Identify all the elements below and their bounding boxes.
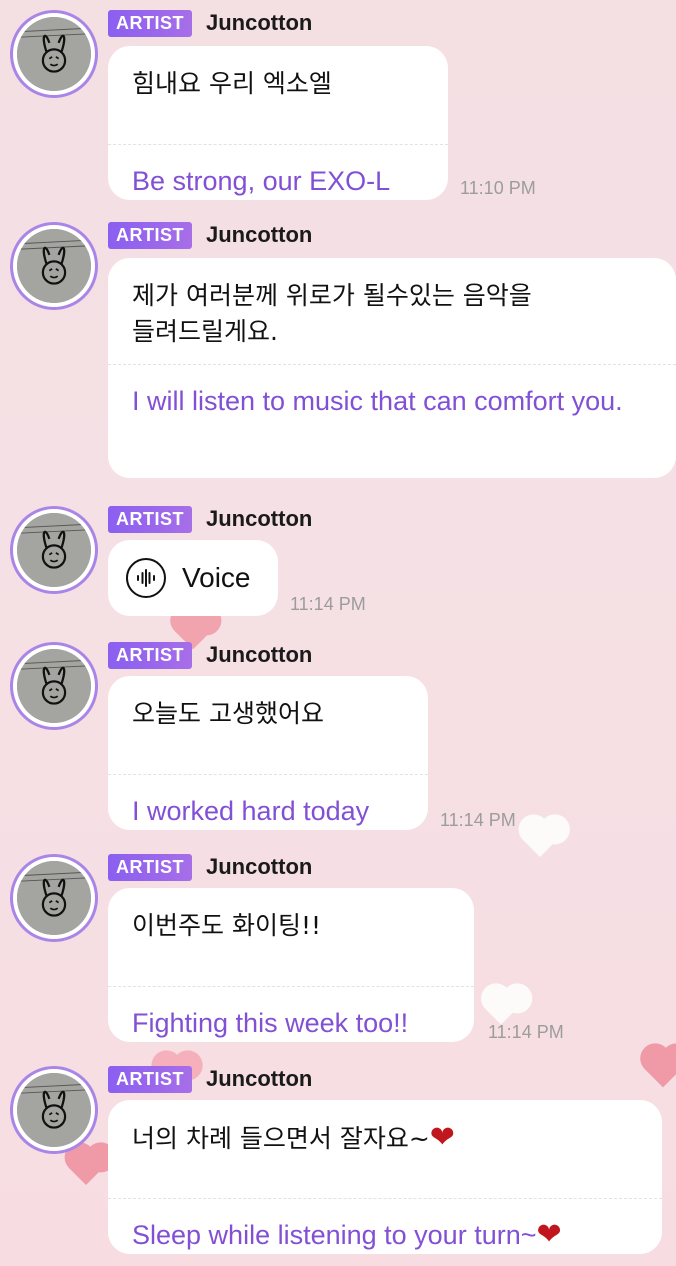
artist-badge: ARTIST — [108, 9, 192, 37]
artist-badge: ARTIST — [108, 505, 192, 533]
artist-badge: ARTIST — [108, 641, 192, 669]
translation-text: Be strong, our EXO-L — [132, 166, 391, 196]
avatar[interactable] — [10, 222, 98, 310]
korean-text: 이번주도 화이팅!! — [132, 911, 321, 940]
message-bubble[interactable]: 너의 차례 들으면서 잘자요~❤ Sleep while listening t… — [108, 1100, 662, 1254]
message-bubble[interactable]: 제가 여러분께 위로가 될수있는 음악을 들려드릴게요. I will list… — [108, 258, 676, 478]
background-heart-icon — [523, 823, 557, 857]
sender-name: Juncotton — [206, 506, 313, 531]
background-heart-icon — [69, 1151, 103, 1185]
sender-name: Juncotton — [206, 854, 313, 879]
bunny-avatar-icon — [17, 229, 91, 303]
timestamp: 11:14 PM — [440, 810, 516, 830]
background-heart-icon — [644, 1050, 676, 1088]
avatar[interactable] — [10, 506, 98, 594]
timestamp: 11:10 PM — [460, 178, 536, 198]
translation-text: Fighting this week too!! — [132, 1008, 409, 1038]
timestamp: 11:14 PM — [488, 1022, 564, 1042]
korean-text: 힘내요 우리 엑소엘 — [132, 69, 332, 98]
translation-text: I worked hard today — [132, 796, 370, 826]
sender-name: Juncotton — [206, 1066, 313, 1091]
artist-badge: ARTIST — [108, 221, 192, 249]
voice-message-bubble[interactable]: Voice — [108, 540, 278, 616]
message-bubble[interactable]: 이번주도 화이팅!! Fighting this week too!! — [108, 888, 474, 1042]
sender-name: Juncotton — [206, 642, 313, 667]
bunny-avatar-icon — [17, 861, 91, 935]
translation-text-content: Sleep while listening to your turn~ — [132, 1220, 537, 1250]
timestamp: 11:14 PM — [290, 594, 366, 614]
avatar[interactable] — [10, 642, 98, 730]
korean-text: 너의 차례 들으면서 잘자요~❤ — [108, 1100, 662, 1176]
sender-name: Juncotton — [206, 10, 313, 35]
voice-waveform-icon — [126, 558, 166, 598]
bunny-avatar-icon — [17, 649, 91, 723]
korean-text: 오늘도 고생했어요 — [132, 699, 324, 728]
bunny-avatar-icon — [17, 1073, 91, 1147]
korean-text: 제가 여러분께 위로가 될수있는 음악을 들려드릴게요. — [132, 281, 532, 346]
background-heart-icon — [485, 993, 517, 1025]
sender-name: Juncotton — [206, 222, 313, 247]
korean-text-content: 너의 차례 들으면서 잘자요~ — [132, 1124, 430, 1153]
voice-label: Voice — [182, 562, 251, 593]
message-bubble[interactable]: 오늘도 고생했어요 I worked hard today — [108, 676, 428, 830]
red-heart-icon: ❤ — [429, 1120, 455, 1155]
translation-text: I will listen to music that can comfort … — [132, 386, 623, 416]
message-bubble[interactable]: 힘내요 우리 엑소엘 Be strong, our EXO-L — [108, 46, 448, 200]
bunny-avatar-icon — [17, 513, 91, 587]
translation-text: Sleep while listening to your turn~❤ — [108, 1199, 662, 1253]
avatar[interactable] — [10, 854, 98, 942]
avatar[interactable] — [10, 10, 98, 98]
red-heart-icon: ❤ — [536, 1218, 562, 1251]
artist-badge: ARTIST — [108, 1065, 192, 1093]
avatar[interactable] — [10, 1066, 98, 1154]
voice-play-button[interactable]: Voice — [108, 540, 278, 616]
bunny-avatar-icon — [17, 17, 91, 91]
artist-badge: ARTIST — [108, 853, 192, 881]
